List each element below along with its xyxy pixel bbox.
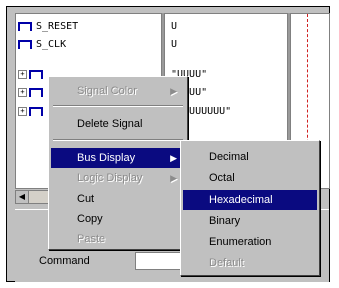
menu-item-label: Signal Color (77, 85, 137, 97)
menu-item-label: Delete Signal (77, 118, 143, 130)
submenu-item-hexadecimal[interactable]: Hexadecimal (183, 190, 317, 210)
menu-item-label: Cut (77, 193, 95, 205)
submenu-item-label: Default (209, 257, 244, 269)
menu-item-paste[interactable]: Paste (51, 229, 185, 249)
menu-item-label: Logic Display (77, 172, 143, 184)
submenu-item-default[interactable]: Default (183, 253, 317, 273)
signal-value: U (171, 21, 178, 32)
menu-item-bus-display[interactable]: Bus Display ▶ (51, 148, 185, 168)
submenu-item-label: Enumeration (209, 236, 272, 248)
signal-name: S_RESET (36, 21, 79, 32)
menu-item-label: Bus Display (77, 152, 136, 164)
submenu-arrow-icon: ▶ (170, 172, 177, 183)
signal-row-reset[interactable]: S_RESET (18, 18, 78, 35)
menu-separator (53, 139, 183, 141)
menu-item-logic-display[interactable]: Logic Display ▶ (51, 168, 185, 188)
signal-icon (18, 22, 32, 31)
menu-item-label: Copy (77, 213, 103, 225)
submenu-item-octal[interactable]: Octal (183, 168, 317, 188)
submenu-item-label: Binary (209, 215, 241, 227)
submenu-item-label: Octal (209, 172, 235, 184)
command-label: Command (39, 255, 90, 267)
signal-row-bus-3[interactable]: + (18, 103, 47, 120)
signal-icon (18, 40, 32, 49)
menu-item-signal-color[interactable]: Signal Color ▶ (51, 81, 185, 101)
bus-signal-icon (29, 88, 43, 97)
expand-icon[interactable]: + (18, 107, 27, 116)
scroll-left-icon[interactable]: ◀ (16, 191, 29, 203)
menu-separator (53, 105, 183, 107)
menu-item-copy[interactable]: Copy (51, 209, 185, 229)
submenu-item-decimal[interactable]: Decimal (183, 147, 317, 167)
submenu-item-binary[interactable]: Binary (183, 211, 317, 231)
submenu-arrow-icon: ▶ (170, 152, 177, 163)
signal-row-clk[interactable]: S_CLK (18, 36, 66, 53)
submenu-item-label: Decimal (209, 151, 249, 163)
bus-signal-icon (29, 70, 43, 79)
submenu-arrow-icon: ▶ (170, 85, 177, 96)
bus-display-submenu: Decimal Octal Hexadecimal Binary Enumera… (180, 140, 320, 276)
signal-context-menu: Signal Color ▶ Delete Signal Bus Display… (48, 76, 188, 250)
expand-icon[interactable]: + (18, 88, 27, 97)
submenu-item-label: Hexadecimal (209, 194, 273, 206)
signal-row-bus-1[interactable]: + (18, 66, 47, 83)
expand-icon[interactable]: + (18, 70, 27, 79)
menu-item-label: Paste (77, 233, 106, 245)
signal-name: S_CLK (36, 39, 67, 50)
submenu-item-enumeration[interactable]: Enumeration (183, 232, 317, 252)
menu-item-delete-signal[interactable]: Delete Signal (51, 114, 185, 134)
bus-signal-icon (29, 107, 43, 116)
menu-item-cut[interactable]: Cut (51, 189, 185, 209)
signal-row-bus-2[interactable]: + (18, 84, 47, 101)
signal-value: U (171, 39, 178, 50)
